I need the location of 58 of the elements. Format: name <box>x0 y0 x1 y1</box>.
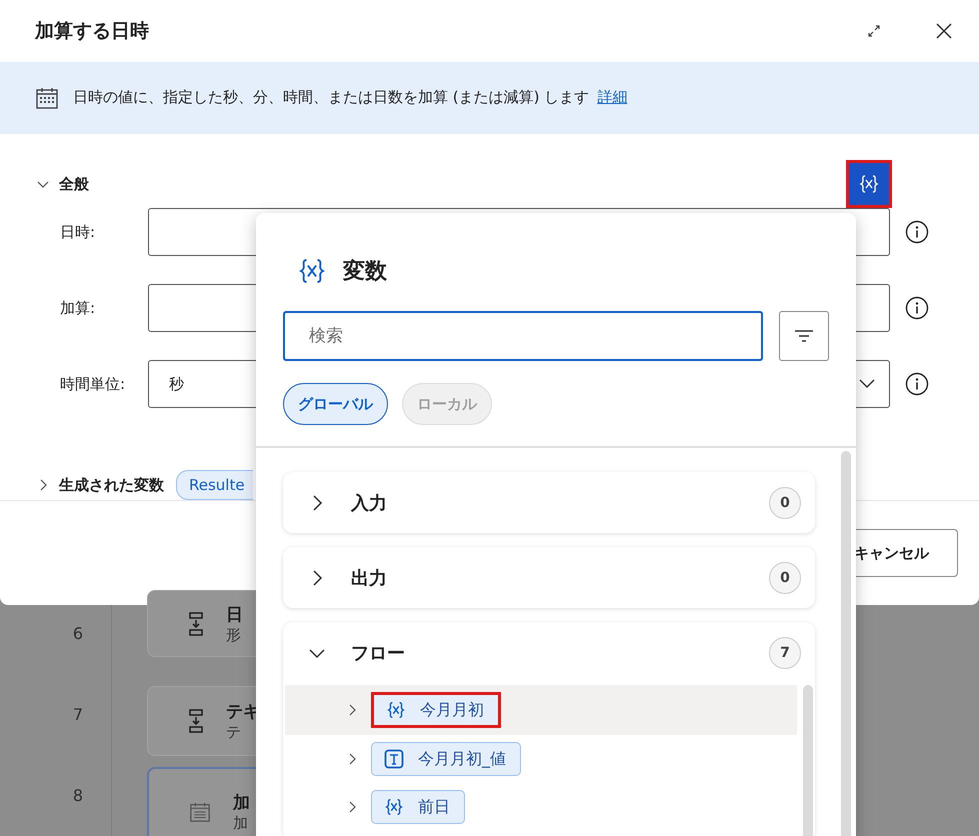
variable-name: 今月月初 <box>420 700 484 720</box>
convert-icon <box>188 709 204 733</box>
calendar-icon <box>189 801 211 823</box>
variable-chip[interactable]: 前日 <box>371 790 465 824</box>
group-label[interactable]: フロー <box>351 640 405 664</box>
line-number: 6 <box>0 605 112 686</box>
group-label[interactable]: 出力 <box>351 566 387 590</box>
field-label: 加算: <box>59 298 96 318</box>
info-icon[interactable] <box>905 220 929 244</box>
action-subtitle: テ <box>226 723 242 742</box>
count-badge: 0 <box>769 562 801 594</box>
variable-chip[interactable]: 今月月初_値 <box>371 742 521 776</box>
count-badge: 7 <box>769 636 801 668</box>
variable-chip[interactable]: 今月月初 <box>371 692 501 728</box>
line-number: 7 <box>0 686 112 767</box>
scrollbar[interactable] <box>841 451 851 836</box>
info-icon[interactable] <box>905 296 929 320</box>
action-title: 日 <box>226 604 243 626</box>
calendar-icon <box>35 86 59 110</box>
info-icon[interactable] <box>905 372 929 396</box>
variable-row[interactable]: 今月月初 <box>285 685 797 735</box>
variable-name: 今月月初_値 <box>418 748 506 770</box>
group-label[interactable]: 入力 <box>351 490 387 514</box>
chevron-icon[interactable] <box>349 704 357 716</box>
scrollbar[interactable] <box>803 685 813 836</box>
section-label: 生成された変数 <box>59 476 164 495</box>
field-label: 日時: <box>59 222 96 242</box>
convert-icon <box>188 612 204 636</box>
variable-icon <box>386 700 406 720</box>
chevron-icon[interactable] <box>349 753 357 765</box>
action-subtitle: 形 <box>226 626 242 644</box>
search-field[interactable]: 検索 <box>283 311 763 361</box>
action-subtitle: 加 <box>233 814 249 833</box>
description-text: 日時の値に、指定した秒、分、時間、または日数を加算 (または減算) します <box>73 88 590 108</box>
variable-icon <box>297 256 327 286</box>
dialog-title: 加算する日時 <box>35 18 149 44</box>
chevron-icon <box>859 379 875 390</box>
variables-button[interactable] <box>846 160 892 208</box>
close-icon[interactable] <box>935 22 953 40</box>
count-badge: 0 <box>769 486 801 518</box>
details-link[interactable]: 詳細 <box>597 88 628 108</box>
variable-row[interactable]: 今月月初_値 <box>285 735 797 783</box>
line-number: 8 <box>0 767 112 836</box>
filter-icon <box>794 328 814 344</box>
action-title: 加 <box>233 792 250 814</box>
filter-button[interactable] <box>779 311 829 361</box>
expand-icon[interactable] <box>867 24 881 38</box>
variable-row[interactable]: 前日 <box>285 783 797 831</box>
section-label: 全般 <box>59 174 89 194</box>
variable-name: 前日 <box>418 796 450 818</box>
panel-title: 変数 <box>343 258 387 286</box>
text-icon <box>384 749 404 769</box>
chevron-icon[interactable] <box>349 801 357 813</box>
variable-icon <box>384 797 404 817</box>
variable-chip[interactable]: Resulte <box>176 470 253 500</box>
field-label: 時間単位: <box>59 374 126 394</box>
variable-icon <box>858 173 880 196</box>
scope-tab[interactable]: グローバル <box>283 383 388 425</box>
